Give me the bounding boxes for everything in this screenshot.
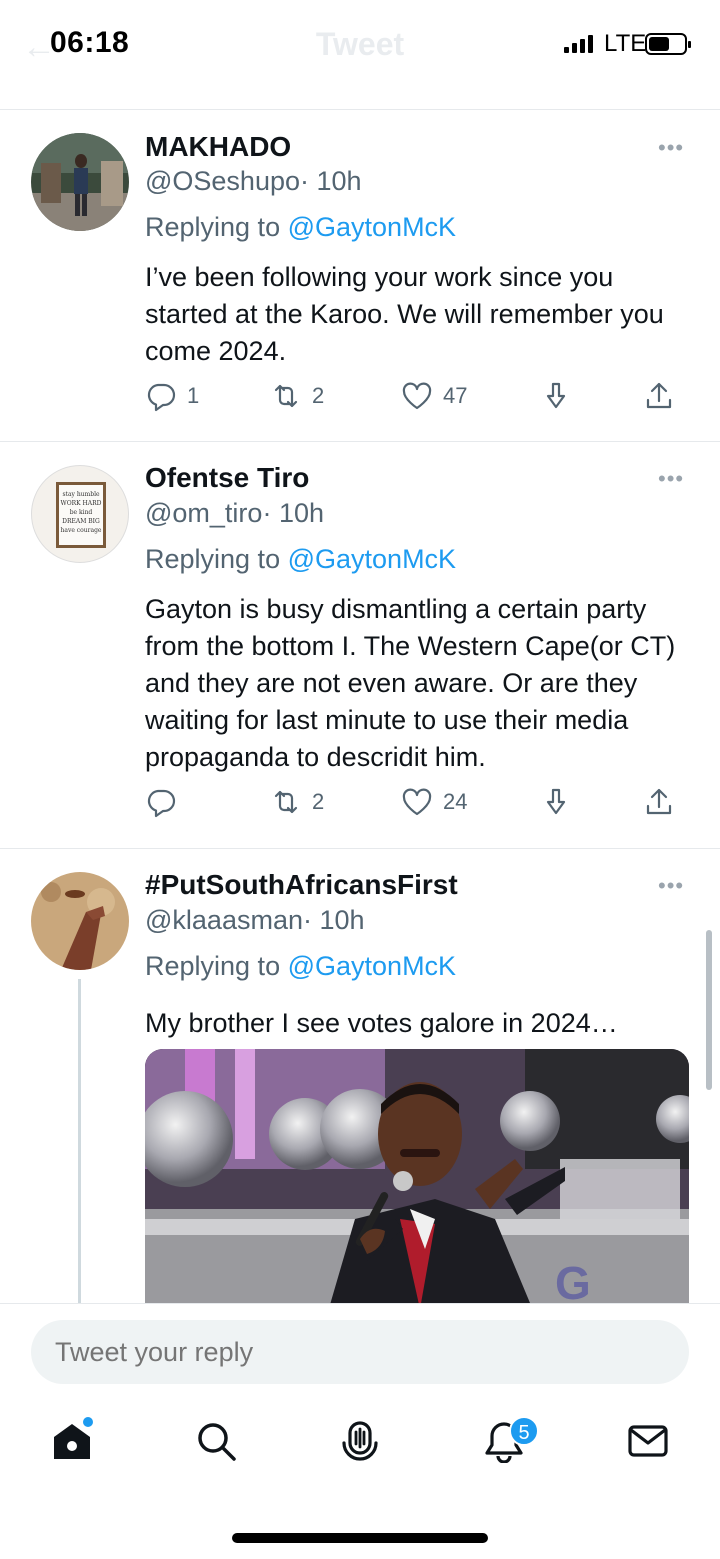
author-handle-time: @OSeshupo· 10h bbox=[145, 166, 362, 197]
tab-messages[interactable] bbox=[626, 1419, 676, 1469]
tweet-reply[interactable]: stay humble WORK HARD be kind DREAM BIG … bbox=[0, 442, 720, 849]
messages-icon bbox=[628, 1425, 668, 1457]
avatar[interactable] bbox=[31, 872, 129, 970]
tweet-actions: 1 2 47 bbox=[145, 380, 685, 420]
tweet-text: I’ve been following your work since you … bbox=[145, 262, 664, 366]
tab-search[interactable] bbox=[194, 1419, 244, 1469]
like-button[interactable]: 47 bbox=[401, 380, 467, 412]
downvote-arrow-icon bbox=[546, 788, 566, 815]
author-name[interactable]: #PutSouthAfricansFirst bbox=[145, 869, 458, 901]
author-handle[interactable]: @om_tiro bbox=[145, 498, 262, 528]
tweet-time: · 10h bbox=[302, 905, 365, 935]
mention-link[interactable]: @GaytonMcK bbox=[288, 212, 456, 242]
like-count: 24 bbox=[443, 789, 468, 814]
reply-button[interactable]: 1 bbox=[145, 380, 199, 412]
tab-home[interactable] bbox=[50, 1417, 100, 1469]
search-icon bbox=[198, 1423, 236, 1461]
battery-icon bbox=[645, 33, 691, 55]
status-time: 06:18 bbox=[50, 26, 130, 59]
share-button[interactable] bbox=[643, 380, 675, 412]
share-icon bbox=[646, 788, 672, 815]
share-button[interactable] bbox=[643, 786, 675, 818]
tweet-media-image[interactable]: G bbox=[145, 1049, 689, 1303]
avatar-sign: stay humble WORK HARD be kind DREAM BIG … bbox=[56, 482, 106, 548]
network-type: LTE bbox=[604, 30, 647, 57]
author-name[interactable]: Ofentse Tiro bbox=[145, 462, 309, 494]
tweet-reply-input[interactable] bbox=[31, 1320, 689, 1384]
reply-feed[interactable]: MAKHADO ••• @OSeshupo· 10h Replying to @… bbox=[0, 110, 720, 1303]
downvote-button[interactable] bbox=[540, 786, 572, 818]
downvote-button[interactable] bbox=[540, 380, 572, 412]
retweet-count: 2 bbox=[312, 383, 325, 408]
retweet-icon bbox=[274, 790, 298, 814]
author-handle[interactable]: @klaaasman bbox=[145, 905, 303, 935]
reply-bar bbox=[0, 1303, 720, 1399]
reply-icon bbox=[147, 383, 176, 412]
more-options-icon[interactable]: ••• bbox=[658, 873, 684, 899]
tweet-reply[interactable]: #PutSouthAfricansFirst ••• @klaaasman· 1… bbox=[0, 849, 720, 1303]
replying-to: Replying to @GaytonMcK bbox=[145, 212, 457, 242]
reply-icon bbox=[147, 789, 176, 818]
more-options-icon[interactable]: ••• bbox=[658, 466, 684, 492]
retweet-count: 2 bbox=[312, 789, 325, 814]
notifications-badge: 5 bbox=[509, 1416, 539, 1446]
heart-icon bbox=[402, 788, 432, 816]
author-handle-time: @klaaasman· 10h bbox=[145, 905, 365, 936]
retweet-icon bbox=[274, 384, 298, 408]
retweet-button[interactable]: 2 bbox=[270, 786, 324, 818]
tab-spaces[interactable] bbox=[338, 1419, 388, 1469]
replying-to: Replying to @GaytonMcK bbox=[145, 544, 457, 574]
mention-link[interactable]: @GaytonMcK bbox=[288, 951, 456, 981]
spaces-icon bbox=[342, 1421, 378, 1461]
tweet-actions: 2 24 bbox=[145, 786, 685, 826]
downvote-arrow-icon bbox=[546, 382, 566, 409]
scrollbar[interactable] bbox=[706, 930, 712, 1090]
heart-icon bbox=[402, 382, 432, 410]
home-indicator[interactable] bbox=[232, 1533, 488, 1543]
stage-logo-letter: G bbox=[555, 1257, 591, 1303]
reply-count: 1 bbox=[187, 383, 200, 408]
tweet-time: · 10h bbox=[262, 498, 324, 528]
tweet-reply[interactable]: MAKHADO ••• @OSeshupo· 10h Replying to @… bbox=[0, 110, 720, 442]
reply-button[interactable] bbox=[145, 786, 187, 818]
tweet-text: Gayton is busy dismantling a certain par… bbox=[145, 594, 676, 772]
bottom-tab-bar: 5 bbox=[0, 1399, 720, 1559]
tweet-text: My brother I see votes galore in 2024… bbox=[145, 1008, 618, 1038]
author-name[interactable]: MAKHADO bbox=[145, 131, 291, 163]
like-button[interactable]: 24 bbox=[401, 786, 467, 818]
home-unread-dot bbox=[83, 1417, 93, 1427]
signal-strength-icon bbox=[564, 35, 593, 53]
share-icon bbox=[646, 382, 672, 409]
more-options-icon[interactable]: ••• bbox=[658, 135, 684, 161]
retweet-button[interactable]: 2 bbox=[270, 380, 324, 412]
like-count: 47 bbox=[443, 383, 468, 408]
author-handle[interactable]: @OSeshupo bbox=[145, 166, 300, 196]
avatar[interactable]: stay humble WORK HARD be kind DREAM BIG … bbox=[31, 465, 129, 563]
author-handle-time: @om_tiro· 10h bbox=[145, 498, 324, 529]
tweet-time: · 10h bbox=[300, 166, 362, 196]
mention-link[interactable]: @GaytonMcK bbox=[288, 544, 456, 574]
thread-line bbox=[78, 979, 81, 1303]
status-bar: ← Tweet 06:18 LTE bbox=[0, 0, 720, 110]
replying-to: Replying to @GaytonMcK bbox=[145, 951, 457, 981]
tab-notifications[interactable]: 5 bbox=[482, 1416, 539, 1469]
avatar[interactable] bbox=[31, 133, 129, 231]
